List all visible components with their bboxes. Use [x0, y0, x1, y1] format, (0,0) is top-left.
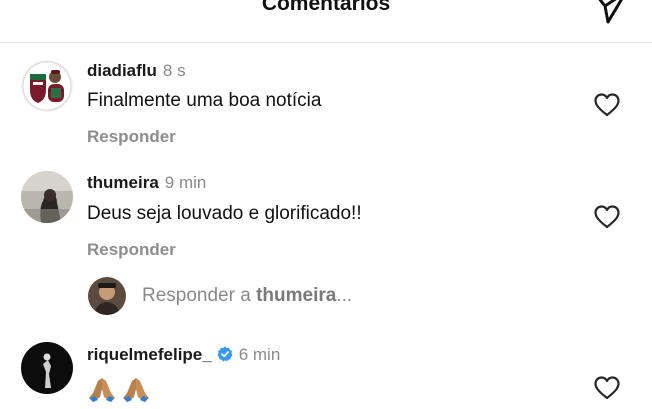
timestamp: 6 min: [238, 345, 281, 364]
comment-text: [87, 376, 155, 406]
verified-badge-icon: [217, 346, 233, 362]
comments-header: Comentários: [0, 0, 652, 43]
avatar[interactable]: [21, 342, 73, 394]
username[interactable]: diadiaflu: [87, 61, 157, 80]
timestamp: 9 min: [164, 173, 207, 192]
comment-header: riquelmefelipe_ 6 min: [87, 345, 280, 365]
timestamp: 8 s: [162, 61, 186, 80]
folded-hands-emoji: [123, 378, 149, 402]
reply-target-username: thumeira: [256, 285, 337, 306]
comment-header: diadiaflu 8 s: [87, 61, 186, 81]
avatar[interactable]: [21, 171, 73, 223]
comment-header: thumeira 9 min: [87, 173, 206, 193]
reply-placeholder[interactable]: Responder a thumeira...: [142, 285, 352, 307]
reply-prefix: Responder a: [142, 285, 251, 306]
reply-button[interactable]: Responder: [87, 127, 176, 147]
username[interactable]: riquelmefelipe_: [87, 345, 212, 364]
folded-hands-emoji: [89, 378, 115, 402]
heart-outline-icon[interactable]: [594, 93, 620, 117]
comment-text: Deus seja louvado e glorificado!!: [87, 203, 362, 224]
username[interactable]: thumeira: [87, 173, 159, 192]
page-title: Comentários: [261, 0, 391, 15]
heart-outline-icon[interactable]: [594, 205, 620, 229]
reply-input[interactable]: Responder a thumeira...: [88, 277, 588, 317]
avatar[interactable]: [21, 60, 73, 112]
paper-plane-icon[interactable]: [590, 0, 630, 24]
heart-outline-icon[interactable]: [594, 376, 620, 400]
current-user-avatar: [88, 277, 126, 315]
reply-ellipsis: ...: [336, 285, 353, 306]
comment-text: Finalmente uma boa notícia: [87, 90, 322, 111]
reply-button[interactable]: Responder: [87, 240, 176, 260]
